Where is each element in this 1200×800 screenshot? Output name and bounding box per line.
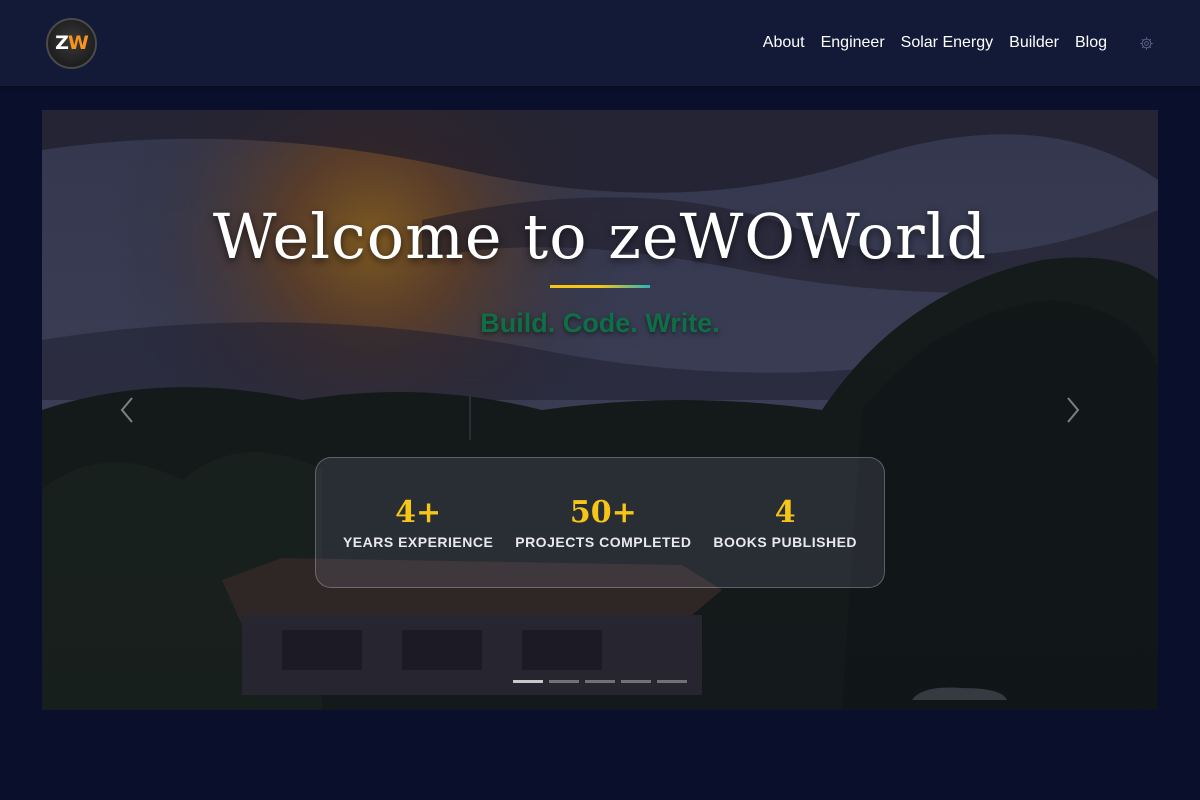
carousel-indicator-1[interactable]	[513, 680, 543, 683]
stat-label: YEARS EXPERIENCE	[342, 533, 494, 550]
stat-years-experience: 4+ YEARS EXPERIENCE	[342, 494, 494, 550]
stat-label: PROJECTS COMPLETED	[515, 533, 692, 550]
gear-icon[interactable]	[1138, 35, 1154, 51]
stat-projects-completed: 50+ PROJECTS COMPLETED	[515, 494, 692, 550]
stat-value: 50+	[569, 494, 637, 530]
carousel-indicator-3[interactable]	[585, 680, 615, 683]
nav-link-solar-energy[interactable]: Solar Energy	[901, 34, 994, 52]
stat-label: BOOKS PUBLISHED	[713, 533, 858, 550]
chevron-left-icon	[120, 397, 133, 423]
navbar: ZW About Engineer Solar Energy Builder B…	[0, 0, 1200, 86]
carousel-indicator-4[interactable]	[621, 680, 651, 683]
carousel-indicator-5[interactable]	[657, 680, 687, 683]
stat-books-published: 4 BOOKS PUBLISHED	[713, 494, 858, 550]
nav-link-blog[interactable]: Blog	[1075, 34, 1107, 52]
nav-link-engineer[interactable]: Engineer	[821, 34, 885, 52]
stat-value: 4+	[395, 494, 442, 530]
carousel-prev-button[interactable]	[112, 395, 142, 425]
nav-link-about[interactable]: About	[763, 34, 805, 52]
hero-title: Welcome to zeWOWorld	[212, 200, 988, 273]
nav-link-builder[interactable]: Builder	[1009, 34, 1059, 52]
hero-tagline: Build. Code. Write.	[480, 308, 720, 338]
stat-value: 4	[774, 494, 796, 530]
stats-card: 4+ YEARS EXPERIENCE 50+ PROJECTS COMPLET…	[315, 457, 885, 588]
nav-links: About Engineer Solar Energy Builder Blog	[763, 34, 1154, 52]
carousel-next-button[interactable]	[1058, 395, 1088, 425]
title-underline	[550, 285, 650, 288]
carousel-indicator-2[interactable]	[549, 680, 579, 683]
carousel-indicators	[513, 680, 693, 683]
site-logo[interactable]: ZW	[46, 17, 97, 69]
chevron-right-icon	[1067, 397, 1080, 423]
logo-letter-w: W	[67, 32, 89, 54]
logo-letter-z: Z	[55, 32, 69, 54]
hero-carousel: Welcome to zeWOWorld Build. Code. Write.…	[42, 110, 1158, 710]
